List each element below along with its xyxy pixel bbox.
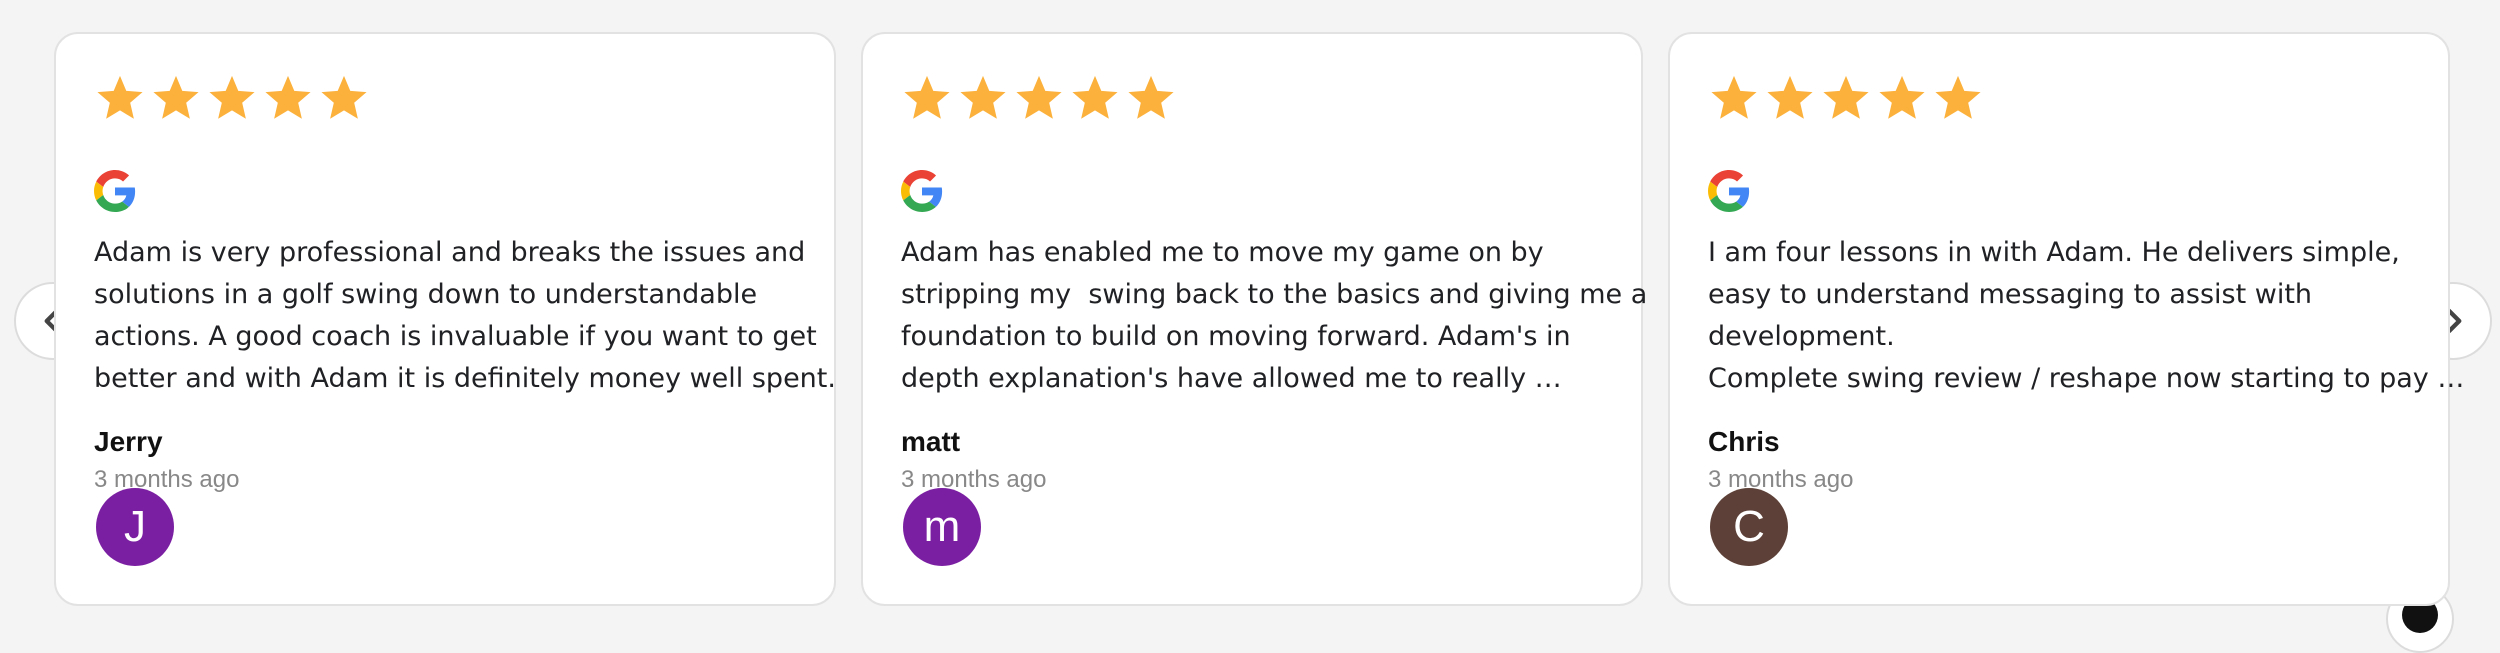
star-icon (1935, 75, 1981, 119)
review-text: Adam is very professional and breaks the… (94, 232, 836, 400)
review-text-line: easy to understand messaging to assist w… (1708, 279, 2313, 310)
star-icon (960, 75, 1006, 119)
star-icon (1711, 75, 1757, 119)
review-text-line: Adam is very professional and breaks the… (94, 237, 806, 268)
star-rating (901, 72, 1177, 124)
star-icon (1128, 75, 1174, 119)
star-icon (97, 75, 143, 119)
review-author: Jerry (94, 426, 163, 457)
review-date: 3 months ago (901, 466, 1047, 493)
star-icon (1016, 75, 1062, 119)
star-rating (1708, 72, 1984, 124)
star-icon (209, 75, 255, 119)
star-icon (904, 75, 950, 119)
review-text-line: solutions in a golf swing down to unders… (94, 279, 758, 310)
review-card: Adam has enabled me to move my game on b… (861, 32, 1648, 606)
review-date: 3 months ago (94, 466, 240, 493)
review-date: 3 months ago (1708, 466, 1854, 493)
review-author: Chris (1708, 426, 1780, 457)
avatar: C (1710, 488, 1788, 566)
review-text-line: better and with Adam it is definitely mo… (94, 363, 836, 394)
star-icon (265, 75, 311, 119)
review-text-line: I am four lessons in with Adam. He deliv… (1708, 237, 2400, 268)
star-icon (1072, 75, 1118, 119)
avatar: m (903, 488, 981, 566)
google-icon (901, 170, 943, 212)
star-rating (94, 72, 370, 124)
review-text-line: depth explanation's have allowed me to r… (901, 363, 1562, 394)
review-text-line: development. (1708, 321, 1895, 352)
review-card: Adam is very professional and breaks the… (54, 32, 836, 606)
review-text-line: foundation to build on moving forward. A… (901, 321, 1571, 352)
review-card: I am four lessons in with Adam. He deliv… (1668, 32, 2465, 606)
review-text-line: Adam has enabled me to move my game on b… (901, 237, 1544, 268)
review-text-line: stripping my swing back to the basics an… (901, 279, 1648, 310)
review-text-line: actions. A good coach is invaluable if y… (94, 321, 817, 352)
star-icon (1767, 75, 1813, 119)
review-author: matt (901, 426, 961, 457)
review-text-line: Complete swing review / reshape now star… (1708, 363, 2465, 394)
star-icon (153, 75, 199, 119)
review-text: I am four lessons in with Adam. He deliv… (1708, 232, 2465, 400)
avatar: J (96, 488, 174, 566)
review-text: Adam has enabled me to move my game on b… (901, 232, 1648, 400)
google-icon (94, 170, 136, 212)
star-icon (1879, 75, 1925, 119)
star-icon (1823, 75, 1869, 119)
google-icon (1708, 170, 1750, 212)
star-icon (321, 75, 367, 119)
